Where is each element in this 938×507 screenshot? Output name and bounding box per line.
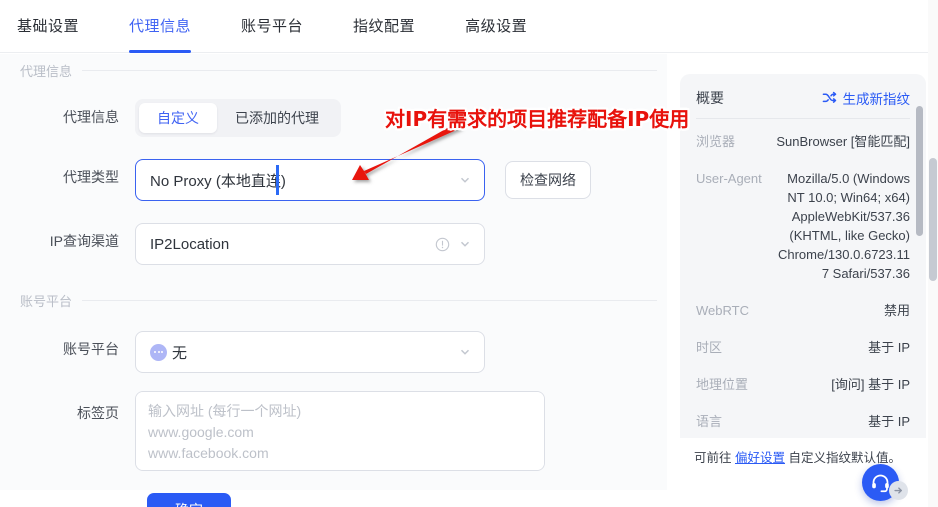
tabs-urls-control: [135, 391, 545, 476]
form-area: 代理信息 代理信息 自定义 已添加的代理 代理类型 No Proxy (本地直连…: [0, 54, 667, 490]
summary-title: 概要: [696, 90, 724, 106]
summary-key: 地理位置: [696, 377, 749, 392]
segment-custom[interactable]: 自定义: [139, 103, 217, 133]
summary-value: Mozilla/5.0 (Windows NT 10.0; Win64; x64…: [777, 171, 910, 281]
confirm-button[interactable]: 确定: [147, 493, 231, 507]
account-platform-control: 无: [135, 331, 485, 373]
chevron-down-icon[interactable]: [458, 173, 472, 187]
headset-icon: [872, 474, 889, 493]
proxy-type-control: No Proxy (本地直连) 检查网络: [135, 159, 591, 201]
section-header-proxy: 代理信息: [0, 59, 667, 81]
chevron-down-icon[interactable]: [458, 237, 472, 251]
summary-value: 禁用: [883, 303, 910, 318]
row-ip-channel: IP查询渠道 IP2Location: [0, 223, 667, 265]
summary-value: 基于 IP: [868, 414, 910, 429]
regenerate-fingerprint-button[interactable]: 生成新指纹: [822, 88, 911, 108]
panel-scrollbar-thumb[interactable]: [916, 106, 923, 236]
segmented-control-proxy-source[interactable]: 自定义 已添加的代理: [135, 99, 341, 137]
label-proxy-type: 代理类型: [63, 169, 119, 185]
section-title-proxy: 代理信息: [20, 63, 73, 79]
summary-row-language: 语言 基于 IP: [696, 403, 910, 440]
label-account-platform: 账号平台: [63, 341, 119, 357]
summary-key: 时区: [696, 340, 723, 355]
account-platform-select[interactable]: 无: [135, 331, 485, 373]
section-header-account: 账号平台: [0, 289, 667, 311]
summary-header: 概要 生成新指纹: [680, 74, 926, 118]
info-circle-icon[interactable]: [435, 237, 450, 252]
tab-bar: 基础设置 代理信息 账号平台 指纹配置 高级设置: [0, 0, 930, 53]
row-proxy-source: 代理信息 自定义 已添加的代理: [0, 99, 667, 137]
row-proxy-type: 代理类型 No Proxy (本地直连) 检查网络: [0, 159, 667, 201]
shuffle-icon: [822, 91, 836, 103]
label-ip-channel: IP查询渠道: [49, 233, 119, 249]
summary-value: [询问] 基于 IP: [831, 377, 910, 392]
label-tabs-urls: 标签页: [77, 405, 119, 421]
summary-key: User-Agent: [696, 171, 762, 186]
preferences-link[interactable]: 偏好设置: [735, 451, 785, 465]
support-expand-button[interactable]: [889, 481, 908, 500]
summary-key: 浏览器: [696, 134, 736, 149]
regenerate-label: 生成新指纹: [842, 92, 911, 107]
summary-rows: 浏览器 SunBrowser [智能匹配] User-Agent Mozilla…: [680, 119, 926, 440]
arrow-right-icon: [894, 487, 902, 494]
proxy-settings-window: 基础设置 代理信息 账号平台 指纹配置 高级设置 代理信息 代理信息 自定义 已…: [0, 0, 938, 507]
footer-suffix: 自定义指纹默认值。: [785, 451, 901, 465]
tab-fingerprint-config[interactable]: 指纹配置: [353, 0, 415, 53]
row-tabs-urls: 标签页: [0, 391, 667, 476]
summary-key: WebRTC: [696, 303, 749, 318]
summary-row-geolocation: 地理位置 [询问] 基于 IP: [696, 366, 910, 403]
summary-value: 基于 IP: [868, 340, 910, 355]
ip-channel-select[interactable]: IP2Location: [135, 223, 485, 265]
summary-row-timezone: 时区 基于 IP: [696, 329, 910, 366]
page-scrollbar-thumb[interactable]: [929, 158, 937, 281]
platform-dots-icon: [150, 343, 167, 361]
proxy-type-value: No Proxy (本地直连): [150, 172, 286, 190]
row-account-platform: 账号平台 无: [0, 331, 667, 373]
summary-row-browser: 浏览器 SunBrowser [智能匹配]: [696, 123, 910, 160]
ip-channel-icons: [435, 237, 472, 252]
tab-proxy-info[interactable]: 代理信息: [129, 0, 192, 53]
account-platform-value: 无: [172, 344, 188, 362]
summary-row-user-agent: User-Agent Mozilla/5.0 (Windows NT 10.0;…: [696, 160, 910, 292]
tab-account-platform[interactable]: 账号平台: [241, 0, 303, 53]
tab-advanced-settings[interactable]: 高级设置: [465, 0, 527, 53]
summary-row-webrtc: WebRTC 禁用: [696, 292, 910, 329]
check-network-button[interactable]: 检查网络: [505, 161, 591, 199]
ip-channel-value: IP2Location: [150, 235, 230, 253]
proxy-type-select[interactable]: No Proxy (本地直连): [135, 159, 485, 201]
tab-basic-settings[interactable]: 基础设置: [17, 0, 79, 53]
label-proxy-source: 代理信息: [63, 109, 119, 125]
ip-channel-control: IP2Location: [135, 223, 485, 265]
section-title-account: 账号平台: [20, 293, 73, 309]
text-cursor: [276, 165, 279, 195]
summary-key: 语言: [696, 414, 723, 429]
section-divider: [82, 69, 657, 71]
footer-prefix: 可前往: [694, 451, 735, 465]
chevron-down-icon[interactable]: [458, 345, 472, 359]
tabs-urls-textarea[interactable]: [135, 391, 545, 471]
section-divider: [82, 299, 657, 301]
summary-value: SunBrowser [智能匹配]: [776, 134, 910, 149]
segment-added-proxy[interactable]: 已添加的代理: [217, 103, 337, 133]
fingerprint-summary-panel: 概要 生成新指纹 浏览器 SunBrowser [智能匹配] User-Agen…: [680, 74, 926, 472]
proxy-source-control: 自定义 已添加的代理: [135, 99, 341, 137]
